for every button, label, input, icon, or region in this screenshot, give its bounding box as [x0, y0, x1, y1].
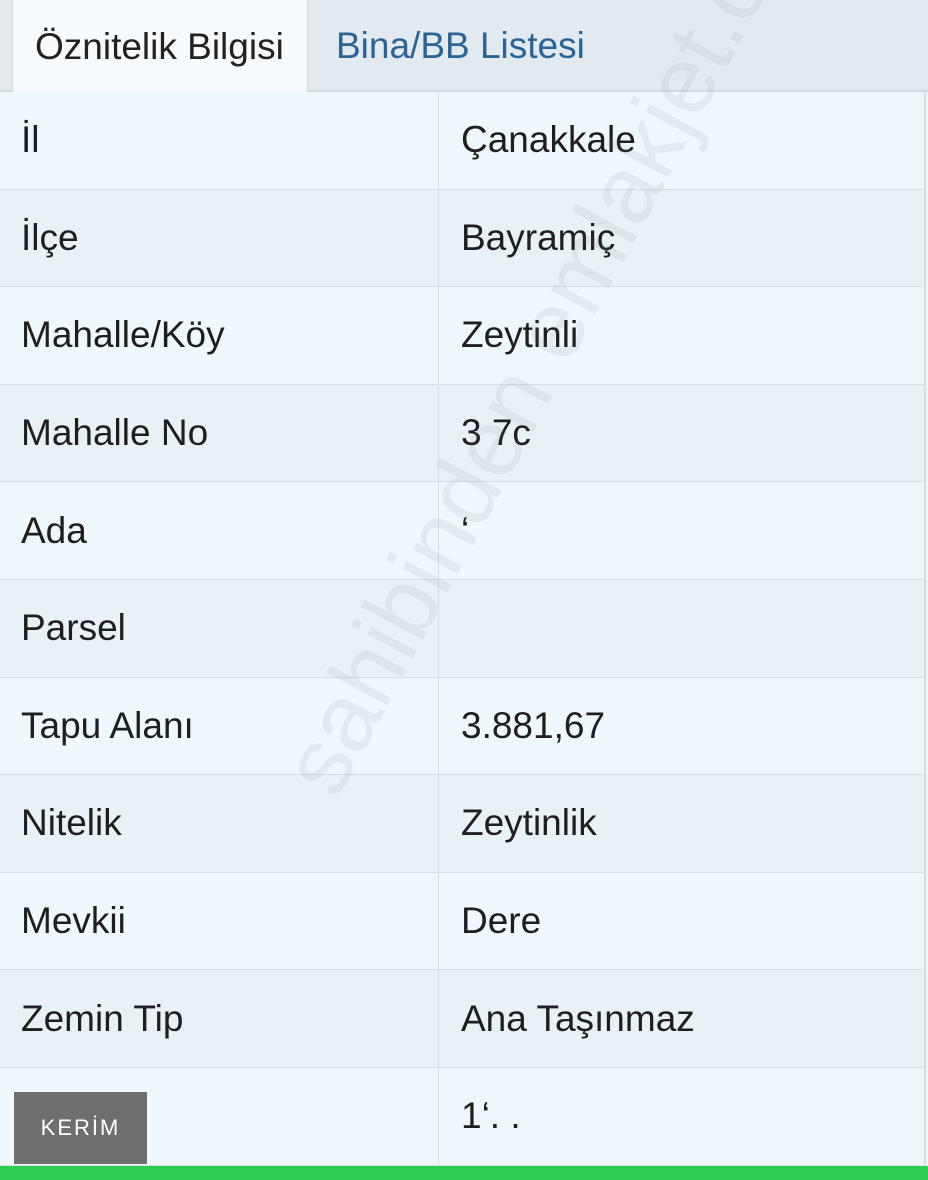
- table-row: İl Çanakkale: [0, 92, 924, 190]
- row-value: Bayramiç: [461, 216, 616, 258]
- table-row: Ada ‘: [0, 482, 924, 580]
- row-value: 1‘. .: [461, 1095, 521, 1137]
- table-row: Nitelik Zeytinlik: [0, 775, 924, 873]
- table-row: Tapu Alanı 3.881,67: [0, 677, 924, 776]
- table-row: Mahalle/Köy Zeytinli: [0, 287, 924, 385]
- row-label: Mevkii: [0, 872, 439, 970]
- row-label: Mahalle/Köy: [0, 287, 439, 384]
- table-row: İlçe Bayramiç: [0, 189, 924, 288]
- table-row: Mevkii Dere: [0, 872, 924, 971]
- row-label: Zemin Tip: [0, 970, 439, 1067]
- logo-text: KERİM: [40, 1115, 121, 1140]
- row-value: Dere: [461, 900, 542, 942]
- row-value: 3.881,67: [461, 704, 606, 746]
- row-value: Çanakkale: [461, 119, 636, 161]
- tab-bar: Öznitelik Bilgisi Bina/BB Listesi: [0, 0, 928, 94]
- row-label: Nitelik: [0, 775, 439, 872]
- table-row: Parsel: [0, 579, 924, 678]
- row-value: 3 7c: [461, 412, 531, 454]
- row-value: Ana Taşınmaz: [461, 997, 695, 1039]
- bottom-accent-bar: [0, 1166, 928, 1180]
- tab-oznitelik-bilgisi[interactable]: Öznitelik Bilgisi: [12, 0, 308, 94]
- table-row: Mahalle No 3 7c: [0, 384, 924, 483]
- brand-logo: KERİM: [14, 1092, 147, 1164]
- row-value: Zeytinli: [461, 314, 579, 356]
- row-value: [439, 580, 924, 677]
- row-label: Tapu Alanı: [0, 677, 439, 775]
- row-label: Parsel: [0, 579, 439, 677]
- tab-bina-bb-listesi[interactable]: Bina/BB Listesi: [336, 0, 585, 92]
- table-row: Zemin Tip Ana Taşınmaz: [0, 970, 924, 1068]
- row-value: ‘: [461, 509, 470, 551]
- row-label: Mahalle No: [0, 384, 439, 482]
- row-label: İlçe: [0, 189, 439, 287]
- row-label: Ada: [0, 482, 439, 579]
- row-label: İl: [0, 92, 439, 189]
- attribute-table: İl Çanakkale İlçe Bayramiç Mahalle/Köy Z…: [0, 92, 926, 1166]
- row-value: Zeytinlik: [461, 802, 597, 844]
